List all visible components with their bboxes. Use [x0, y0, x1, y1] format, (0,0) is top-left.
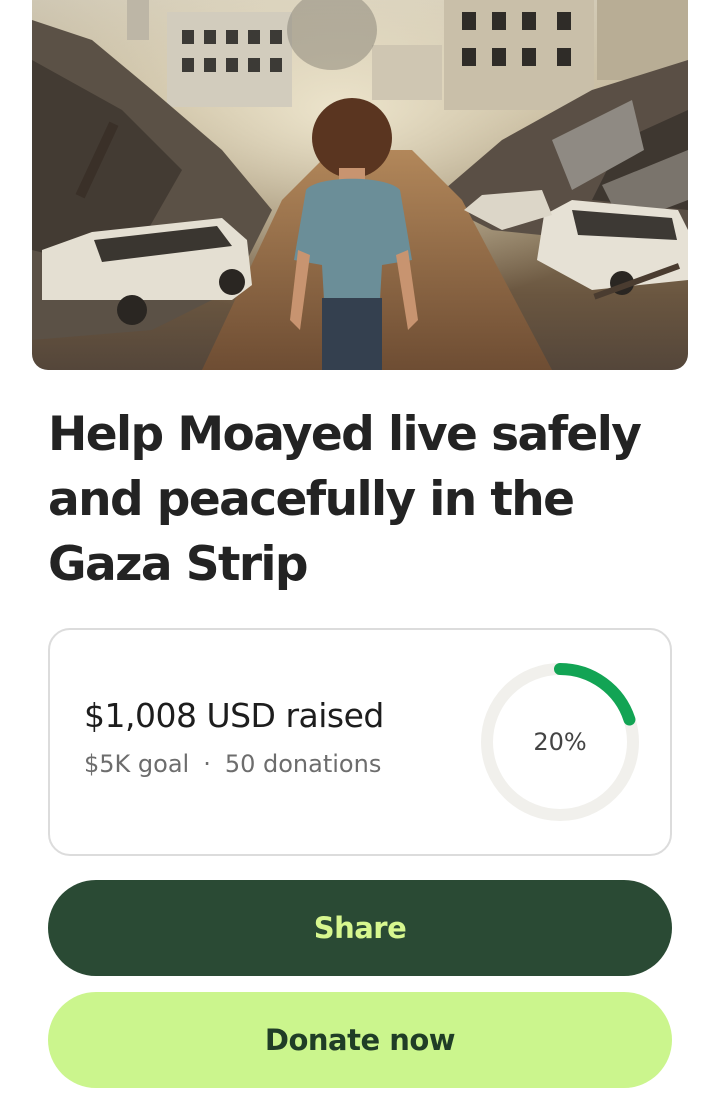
campaign-image-illustration: [32, 0, 688, 370]
meta-separator: ·: [203, 750, 211, 778]
campaign-meta: $5K goal · 50 donations: [84, 750, 381, 778]
campaign-image: [32, 0, 688, 370]
share-button[interactable]: Share: [48, 880, 672, 976]
progress-card: $1,008 USD raised $5K goal · 50 donations …: [48, 628, 672, 856]
progress-percent: 20%: [533, 728, 587, 756]
campaign-title: Help Moayed live safely and peacefully i…: [48, 407, 642, 592]
amount-raised: $1,008 USD raised: [84, 696, 384, 735]
donate-now-button[interactable]: Donate now: [48, 992, 672, 1088]
goal-amount: $5K goal: [84, 750, 190, 778]
donation-count: 50 donations: [224, 750, 382, 778]
